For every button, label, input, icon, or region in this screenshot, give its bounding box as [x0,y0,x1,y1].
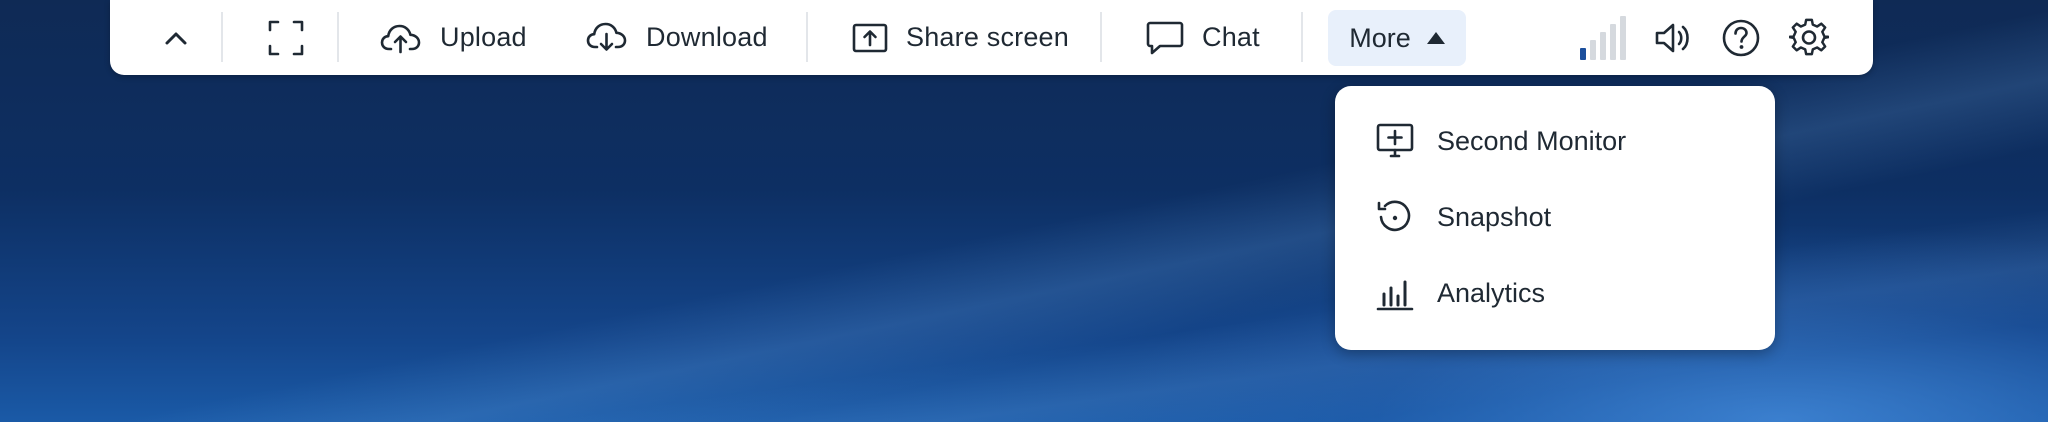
fullscreen-button[interactable] [256,0,316,75]
monitor-plus-icon [1375,121,1415,161]
signal-bar [1610,24,1616,60]
upload-button[interactable]: Upload [380,0,527,75]
help-icon [1722,19,1760,56]
help-button[interactable] [1718,0,1764,75]
download-label: Download [646,22,768,52]
menu-item-label: Analytics [1437,277,1546,308]
signal-bar-active [1580,48,1586,60]
settings-button[interactable] [1786,0,1832,75]
more-menu-button[interactable]: More [1328,10,1466,66]
menu-item-analytics[interactable]: Analytics [1335,258,1775,328]
toolbar-divider [221,12,223,62]
signal-bar [1590,40,1596,60]
toolbar-divider [806,12,808,62]
share-screen-button[interactable]: Share screen [852,0,1069,75]
fullscreen-icon [268,20,304,55]
menu-item-snapshot[interactable]: Snapshot [1335,182,1775,252]
share-screen-label: Share screen [906,22,1069,52]
signal-bar [1620,16,1626,60]
analytics-icon [1375,273,1415,313]
connection-signal-indicator [1580,16,1632,60]
toolbar-divider [337,12,339,62]
chat-label: Chat [1202,22,1260,52]
volume-button[interactable] [1650,0,1696,75]
chevron-up-icon [165,32,187,44]
upload-label: Upload [440,22,527,52]
collapse-toolbar-button[interactable] [146,0,206,75]
remote-session-toolbar: Upload Download Share screen Chat More [110,0,1873,75]
more-dropdown-menu: Second Monitor Snapshot Analytics [1335,86,1775,350]
download-button[interactable]: Download [586,0,768,75]
caret-up-icon [1426,32,1445,44]
toolbar-divider [1100,12,1102,62]
menu-item-label: Second Monitor [1437,125,1627,156]
more-label: More [1349,22,1411,53]
share-screen-icon [852,23,888,52]
snapshot-icon [1375,197,1415,237]
chat-bubble-icon [1146,21,1184,54]
toolbar-divider [1301,12,1303,62]
gear-icon [1789,18,1829,55]
speaker-volume-icon [1655,23,1689,52]
cloud-upload-icon [380,24,421,53]
menu-item-label: Snapshot [1437,201,1552,232]
chat-button[interactable]: Chat [1146,0,1260,75]
signal-bar [1600,32,1606,60]
menu-item-second-monitor[interactable]: Second Monitor [1335,106,1775,176]
cloud-download-icon [586,22,627,51]
